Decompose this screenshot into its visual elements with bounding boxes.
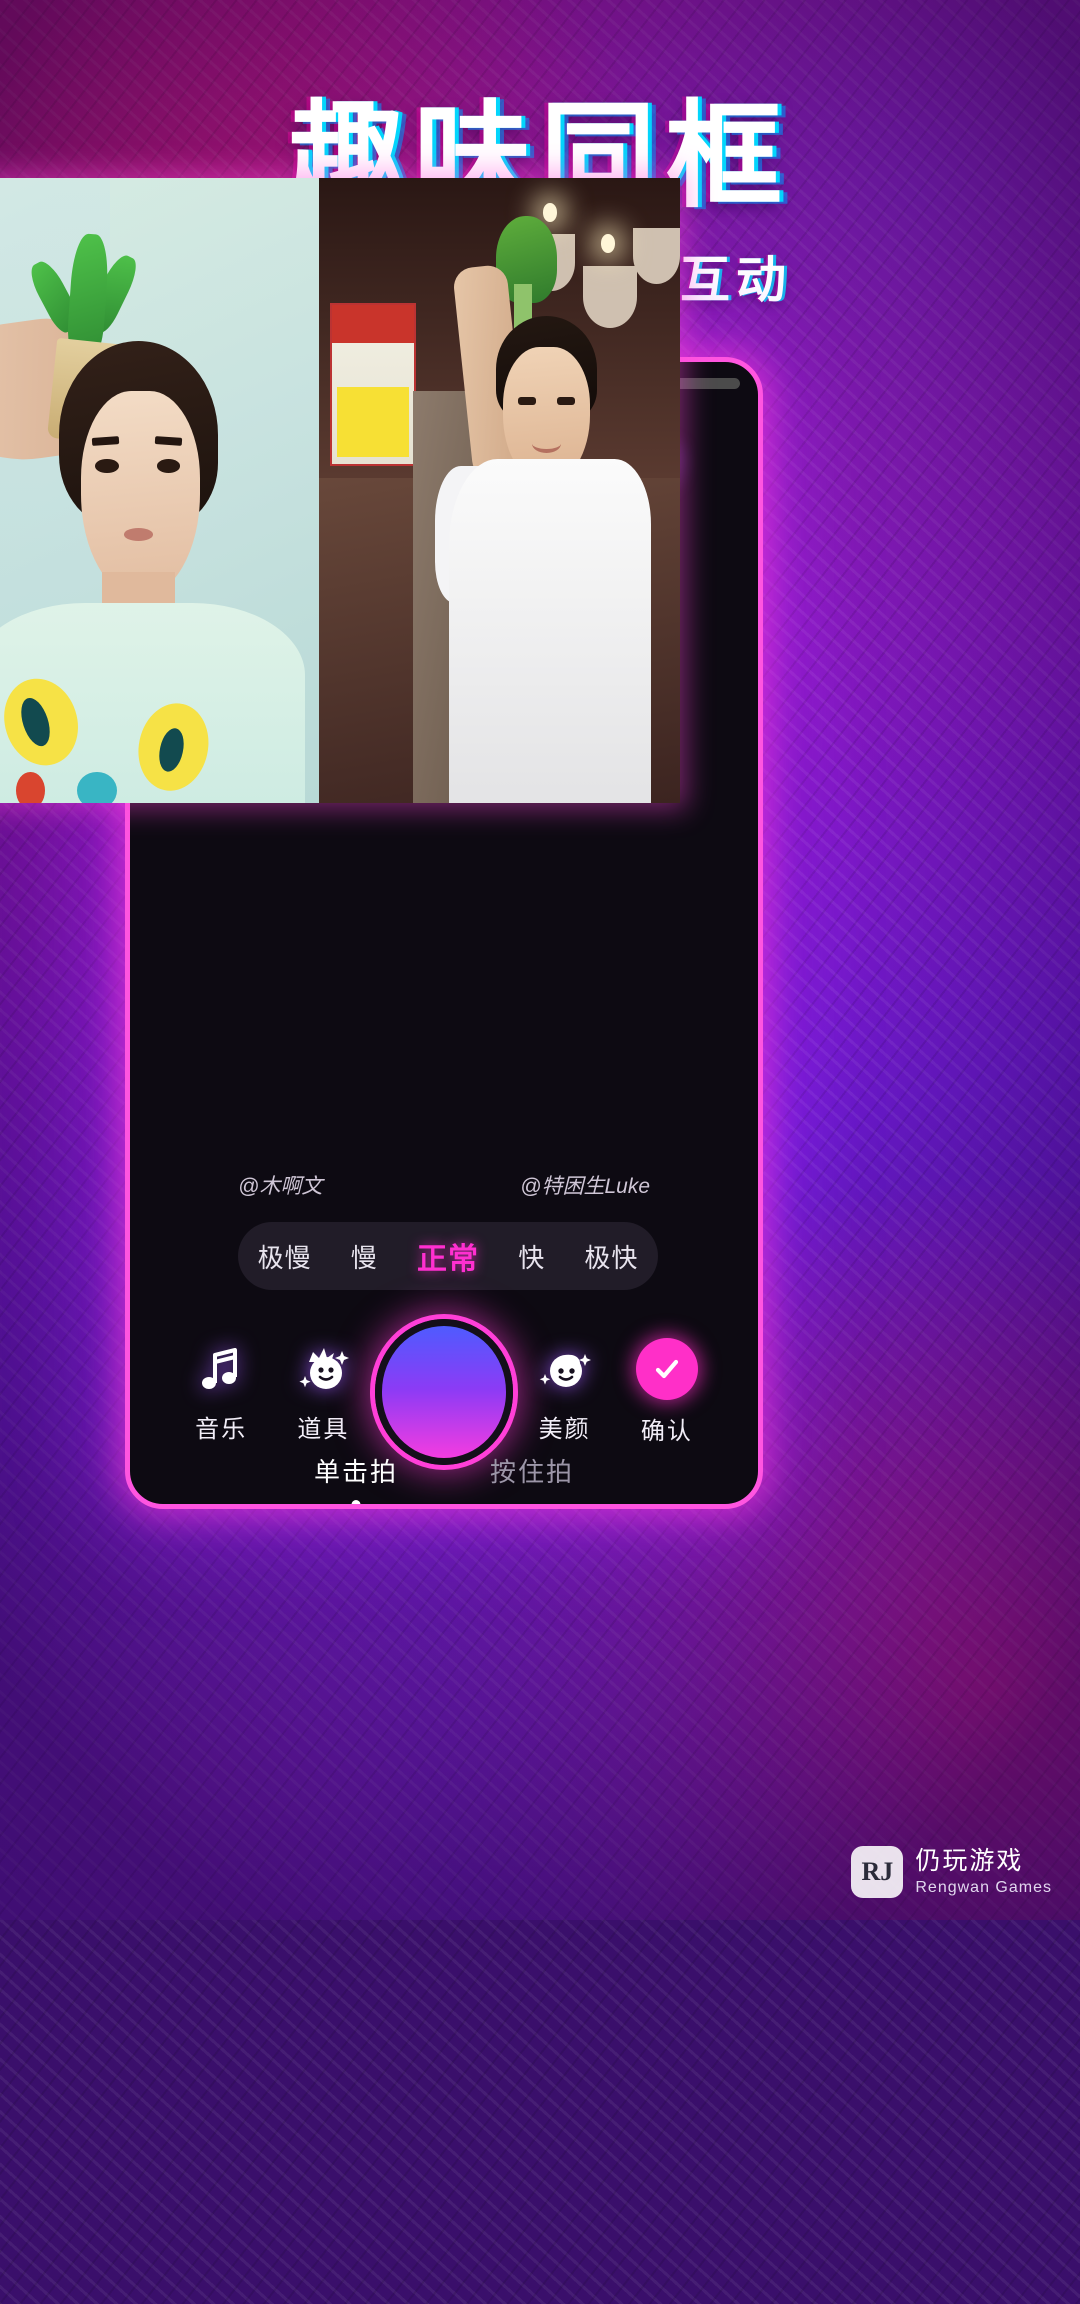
watermark: RJ 仍玩游戏 Rengwan Games	[851, 1846, 1052, 1898]
speed-option-slow[interactable]: 慢	[351, 1238, 378, 1275]
credit-left: @木啊文	[238, 1175, 323, 1198]
right-pendant-lamp-3	[633, 228, 680, 285]
right-pendant-lamp-2	[582, 265, 637, 328]
speed-selector[interactable]: 极慢 慢 正常 快 极快	[238, 1222, 658, 1290]
beauty-button[interactable]: 美颜	[513, 1340, 615, 1444]
props-sticker-icon	[294, 1340, 352, 1398]
creator-credits: @木啊文 @特困生Luke	[130, 1170, 758, 1200]
speed-option-normal[interactable]: 正常	[417, 1234, 479, 1278]
beauty-face-icon	[536, 1340, 594, 1398]
right-person-eye-right	[557, 396, 576, 405]
dual-video-preview	[0, 178, 680, 803]
speed-option-extra-fast[interactable]: 极快	[584, 1238, 638, 1275]
beauty-label: 美颜	[538, 1416, 591, 1443]
preview-pane-left[interactable]	[0, 178, 319, 803]
capture-mode-tap-label: 单击拍	[313, 1457, 398, 1487]
left-person-eye-left	[95, 459, 119, 473]
left-shirt-print-red	[15, 771, 45, 803]
right-light-bulb-2	[600, 234, 616, 253]
music-label: 音乐	[195, 1416, 248, 1443]
left-shirt-print-teal	[77, 771, 117, 803]
watermark-name-en: Rengwan Games	[915, 1878, 1052, 1896]
left-person-eye-right	[156, 459, 180, 473]
active-mode-indicator	[351, 1500, 361, 1504]
music-button[interactable]: 音乐	[170, 1340, 272, 1444]
right-person-smile	[531, 434, 561, 453]
speed-option-extra-slow[interactable]: 极慢	[258, 1238, 312, 1275]
capture-mode-hold[interactable]: 按住拍	[490, 1452, 574, 1489]
shutter-button[interactable]	[374, 1319, 514, 1465]
camera-bottom-controls: 音乐 道具 美颜 确认	[130, 1317, 758, 1467]
props-button[interactable]: 道具	[272, 1340, 374, 1444]
speed-option-fast[interactable]: 快	[518, 1238, 545, 1275]
music-note-icon	[192, 1340, 250, 1398]
right-person-shirt	[448, 459, 652, 803]
props-label: 道具	[297, 1416, 350, 1443]
left-person-mouth	[124, 528, 153, 541]
watermark-logo-icon: RJ	[851, 1846, 904, 1898]
left-person-face	[80, 390, 200, 597]
right-light-bulb-1	[542, 203, 558, 222]
right-price-sign-yellow	[336, 387, 410, 458]
watermark-name-cn: 仍玩游戏	[915, 1847, 1024, 1876]
watermark-text-group: 仍玩游戏 Rengwan Games	[915, 1846, 1052, 1897]
check-icon	[635, 1338, 698, 1400]
confirm-label: 确认	[640, 1418, 693, 1445]
confirm-button[interactable]: 确认	[616, 1338, 718, 1446]
credit-right: @特困生Luke	[520, 1175, 650, 1198]
right-person-eye-left	[517, 396, 536, 405]
right-price-sign-header	[331, 305, 415, 344]
preview-pane-right[interactable]	[319, 178, 680, 803]
capture-mode-tap[interactable]: 单击拍	[313, 1452, 398, 1504]
capture-mode-switcher: 单击拍 按住拍	[130, 1452, 758, 1504]
right-price-sign	[329, 303, 417, 466]
